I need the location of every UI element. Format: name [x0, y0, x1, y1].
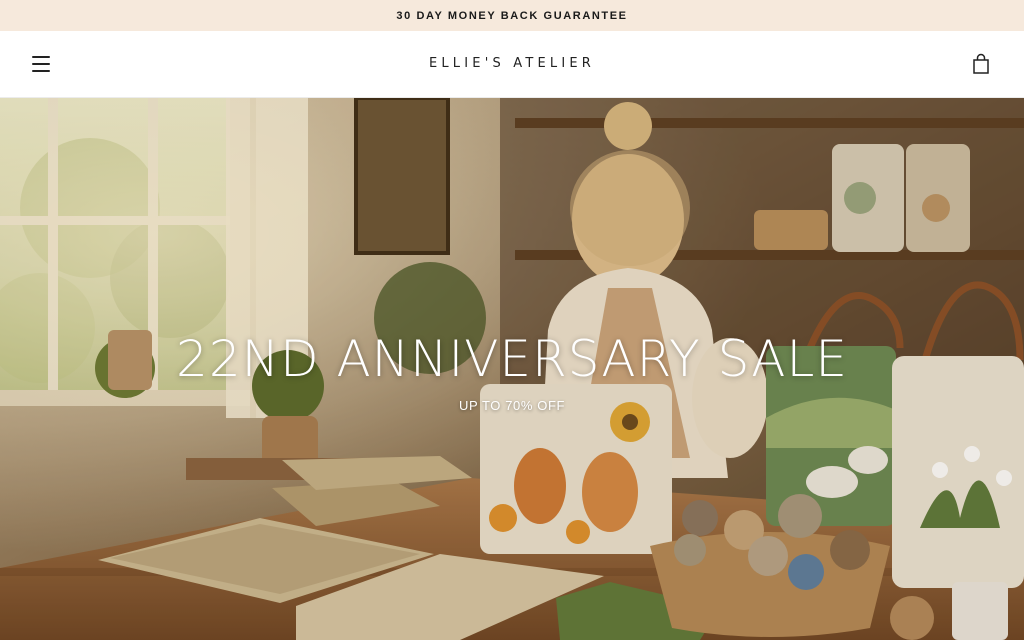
brand-logo[interactable]: ELLIE'S ATELIER: [0, 56, 1024, 71]
hero-banner[interactable]: 22ND ANNIVERSARY SALE UP TO 70% OFF: [0, 98, 1024, 640]
site-header: ELLIE'S ATELIER: [0, 31, 1024, 98]
announcement-text: 30 DAY MONEY BACK GUARANTEE: [396, 9, 628, 22]
shopping-bag-icon[interactable]: [970, 53, 992, 75]
hero-title: 22ND ANNIVERSARY SALE: [176, 330, 848, 388]
announcement-bar: 30 DAY MONEY BACK GUARANTEE: [0, 0, 1024, 31]
hero-subtitle-link[interactable]: UP TO 70% OFF: [0, 398, 1024, 413]
